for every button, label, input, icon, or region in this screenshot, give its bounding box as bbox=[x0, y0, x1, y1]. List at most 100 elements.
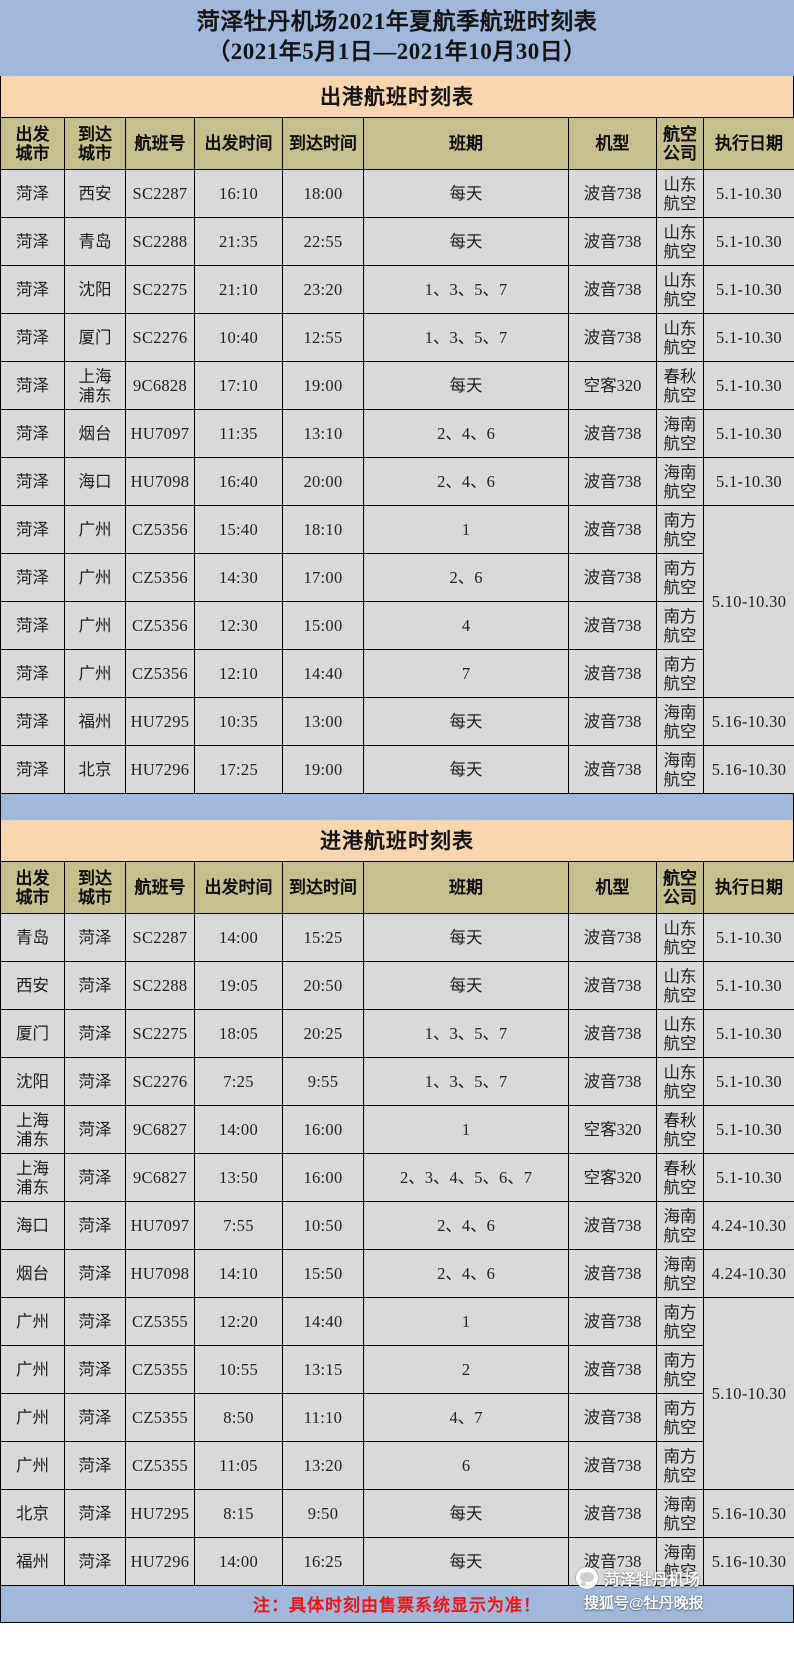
cell-flight-number: SC2288 bbox=[125, 961, 195, 1010]
cell-airline: 海南 航空 bbox=[656, 1201, 704, 1250]
cell-effective-date: 5.1-10.30 bbox=[703, 1057, 794, 1106]
cell-flight-number: 9C6827 bbox=[125, 1153, 195, 1202]
cell-departure-time: 18:05 bbox=[194, 1009, 283, 1058]
cell-arrival-city: 北京 bbox=[64, 745, 126, 794]
footer-note: 注：具体时刻由售票系统显示为准！ bbox=[0, 1586, 794, 1623]
cell-departure-city: 福州 bbox=[0, 1537, 65, 1586]
cell-arrival-time: 19:00 bbox=[282, 361, 364, 410]
cell-airline: 海南 航空 bbox=[656, 409, 704, 458]
cell-aircraft-type: 波音738 bbox=[568, 1345, 657, 1394]
cell-frequency: 1 bbox=[363, 505, 569, 554]
cell-arrival-time: 13:00 bbox=[282, 697, 364, 746]
cell-frequency: 1 bbox=[363, 1297, 569, 1346]
cell-airline-l1: 海南 bbox=[663, 1542, 697, 1562]
col-airline-l2: 公司 bbox=[663, 887, 697, 907]
cell-effective-date: 5.16-10.30 bbox=[703, 697, 794, 746]
cell-departure-time: 14:00 bbox=[194, 1105, 283, 1154]
cell-aircraft-type: 波音738 bbox=[568, 1249, 657, 1298]
cell-airline-l2: 航空 bbox=[663, 193, 697, 213]
cell-arrival-time: 12:55 bbox=[282, 313, 364, 362]
cell-effective-date: 5.10-10.30 bbox=[703, 1297, 794, 1490]
table-header-row: 出发 城市 到达 城市 航班号 出发时间 到达时间 班期 机型 航空 公司 执行… bbox=[0, 117, 794, 170]
cell-frequency: 每天 bbox=[363, 913, 569, 962]
cell-airline: 海南 航空 bbox=[656, 745, 704, 794]
cell-airline-l2: 航空 bbox=[663, 289, 697, 309]
table-row: 广州 菏泽 CZ5355 11:05 13:20 6 波音738 南方 航空 bbox=[0, 1441, 794, 1490]
cell-aircraft-type: 波音738 bbox=[568, 649, 657, 698]
cell-arrival-city: 菏泽 bbox=[64, 1345, 126, 1394]
col-airline-l2: 公司 bbox=[663, 143, 697, 163]
cell-arrival-time: 16:00 bbox=[282, 1153, 364, 1202]
cell-frequency: 1、3、5、7 bbox=[363, 1009, 569, 1058]
cell-arrival-time: 22:55 bbox=[282, 217, 364, 266]
cell-airline: 南方 航空 bbox=[656, 601, 704, 650]
cell-arrival-city: 菏泽 bbox=[64, 1009, 126, 1058]
table-row: 烟台 菏泽 HU7098 14:10 15:50 2、4、6 波音738 海南 航空 4.24-1… bbox=[0, 1249, 794, 1298]
col-frequency: 班期 bbox=[363, 117, 569, 170]
table-row: 菏泽 海口 HU7098 16:40 20:00 2、4、6 波音738 海南 航空 5.1-10… bbox=[0, 457, 794, 506]
cell-departure-time: 10:40 bbox=[194, 313, 283, 362]
cell-departure-time: 16:10 bbox=[194, 169, 283, 218]
cell-aircraft-type: 波音738 bbox=[568, 1393, 657, 1442]
cell-airline: 海南 航空 bbox=[656, 697, 704, 746]
cell-departure-city: 菏泽 bbox=[0, 169, 65, 218]
cell-frequency: 每天 bbox=[363, 1537, 569, 1586]
cell-departure-city: 广州 bbox=[0, 1441, 65, 1490]
cell-departure-city-l1: 上海 bbox=[16, 1158, 49, 1178]
cell-airline-l2: 航空 bbox=[663, 1177, 697, 1197]
cell-flight-number: SC2275 bbox=[125, 1009, 195, 1058]
cell-arrival-time: 20:00 bbox=[282, 457, 364, 506]
page-title-line-2: （2021年5月1日—2021年10月30日） bbox=[207, 39, 587, 64]
cell-departure-city-l1: 上海 bbox=[16, 1110, 49, 1130]
departures-table: 出发 城市 到达 城市 航班号 出发时间 到达时间 班期 机型 航空 公司 执行… bbox=[0, 117, 794, 794]
col-departure-city-l1: 出发 bbox=[15, 124, 50, 144]
cell-flight-number: SC2276 bbox=[125, 1057, 195, 1106]
departures-table-body: 菏泽 西安 SC2287 16:10 18:00 每天 波音738 山东 航空 5.1-10.30… bbox=[0, 169, 794, 794]
cell-flight-number: SC2287 bbox=[125, 913, 195, 962]
col-aircraft-type: 机型 bbox=[568, 117, 657, 170]
cell-arrival-city: 菏泽 bbox=[64, 1489, 126, 1538]
cell-airline: 南方 航空 bbox=[656, 553, 704, 602]
cell-airline-l1: 山东 bbox=[663, 174, 697, 194]
cell-departure-time: 16:40 bbox=[194, 457, 283, 506]
cell-arrival-time: 23:20 bbox=[282, 265, 364, 314]
cell-arrival-time: 10:50 bbox=[282, 1201, 364, 1250]
cell-departure-time: 14:00 bbox=[194, 1537, 283, 1586]
table-row: 沈阳 菏泽 SC2276 7:25 9:55 1、3、5、7 波音738 山东 航空 5.1-10… bbox=[0, 1057, 794, 1106]
cell-effective-date: 5.1-10.30 bbox=[703, 961, 794, 1010]
cell-airline-l2: 航空 bbox=[663, 1513, 697, 1533]
col-departure-time: 出发时间 bbox=[194, 861, 283, 914]
cell-departure-time: 12:30 bbox=[194, 601, 283, 650]
departures-table-header: 出发 城市 到达 城市 航班号 出发时间 到达时间 班期 机型 航空 公司 执行… bbox=[0, 117, 794, 170]
cell-effective-date: 5.1-10.30 bbox=[703, 409, 794, 458]
cell-airline-l1: 春秋 bbox=[663, 1158, 697, 1178]
cell-airline-l1: 海南 bbox=[663, 702, 697, 722]
cell-effective-date: 5.1-10.30 bbox=[703, 313, 794, 362]
cell-departure-city: 烟台 bbox=[0, 1249, 65, 1298]
cell-flight-number: 9C6827 bbox=[125, 1105, 195, 1154]
col-arrival-city-l1: 到达 bbox=[78, 124, 112, 144]
cell-arrival-time: 15:50 bbox=[282, 1249, 364, 1298]
cell-departure-city: 菏泽 bbox=[0, 313, 65, 362]
col-departure-time: 出发时间 bbox=[194, 117, 283, 170]
cell-flight-number: CZ5355 bbox=[125, 1297, 195, 1346]
cell-arrival-city: 广州 bbox=[64, 649, 126, 698]
cell-aircraft-type: 空客320 bbox=[568, 361, 657, 410]
cell-arrival-time: 17:00 bbox=[282, 553, 364, 602]
cell-arrival-time: 18:00 bbox=[282, 169, 364, 218]
cell-departure-city-l2: 浦东 bbox=[16, 1129, 49, 1149]
cell-departure-time: 14:00 bbox=[194, 913, 283, 962]
cell-arrival-city: 菏泽 bbox=[64, 1297, 126, 1346]
cell-airline-l2: 航空 bbox=[663, 625, 697, 645]
cell-arrival-city: 青岛 bbox=[64, 217, 126, 266]
cell-airline: 南方 航空 bbox=[656, 505, 704, 554]
page-title-line-1: 菏泽牡丹机场2021年夏航季航班时刻表 bbox=[196, 9, 598, 34]
col-arrival-city: 到达 城市 bbox=[64, 861, 126, 914]
cell-airline-l2: 航空 bbox=[663, 1033, 697, 1053]
cell-aircraft-type: 空客320 bbox=[568, 1105, 657, 1154]
cell-aircraft-type: 波音738 bbox=[568, 313, 657, 362]
cell-aircraft-type: 波音738 bbox=[568, 1441, 657, 1490]
cell-arrival-city: 沈阳 bbox=[64, 265, 126, 314]
section-divider-band bbox=[0, 794, 794, 820]
table-row: 菏泽 广州 CZ5356 12:10 14:40 7 波音738 南方 航空 bbox=[0, 649, 794, 698]
